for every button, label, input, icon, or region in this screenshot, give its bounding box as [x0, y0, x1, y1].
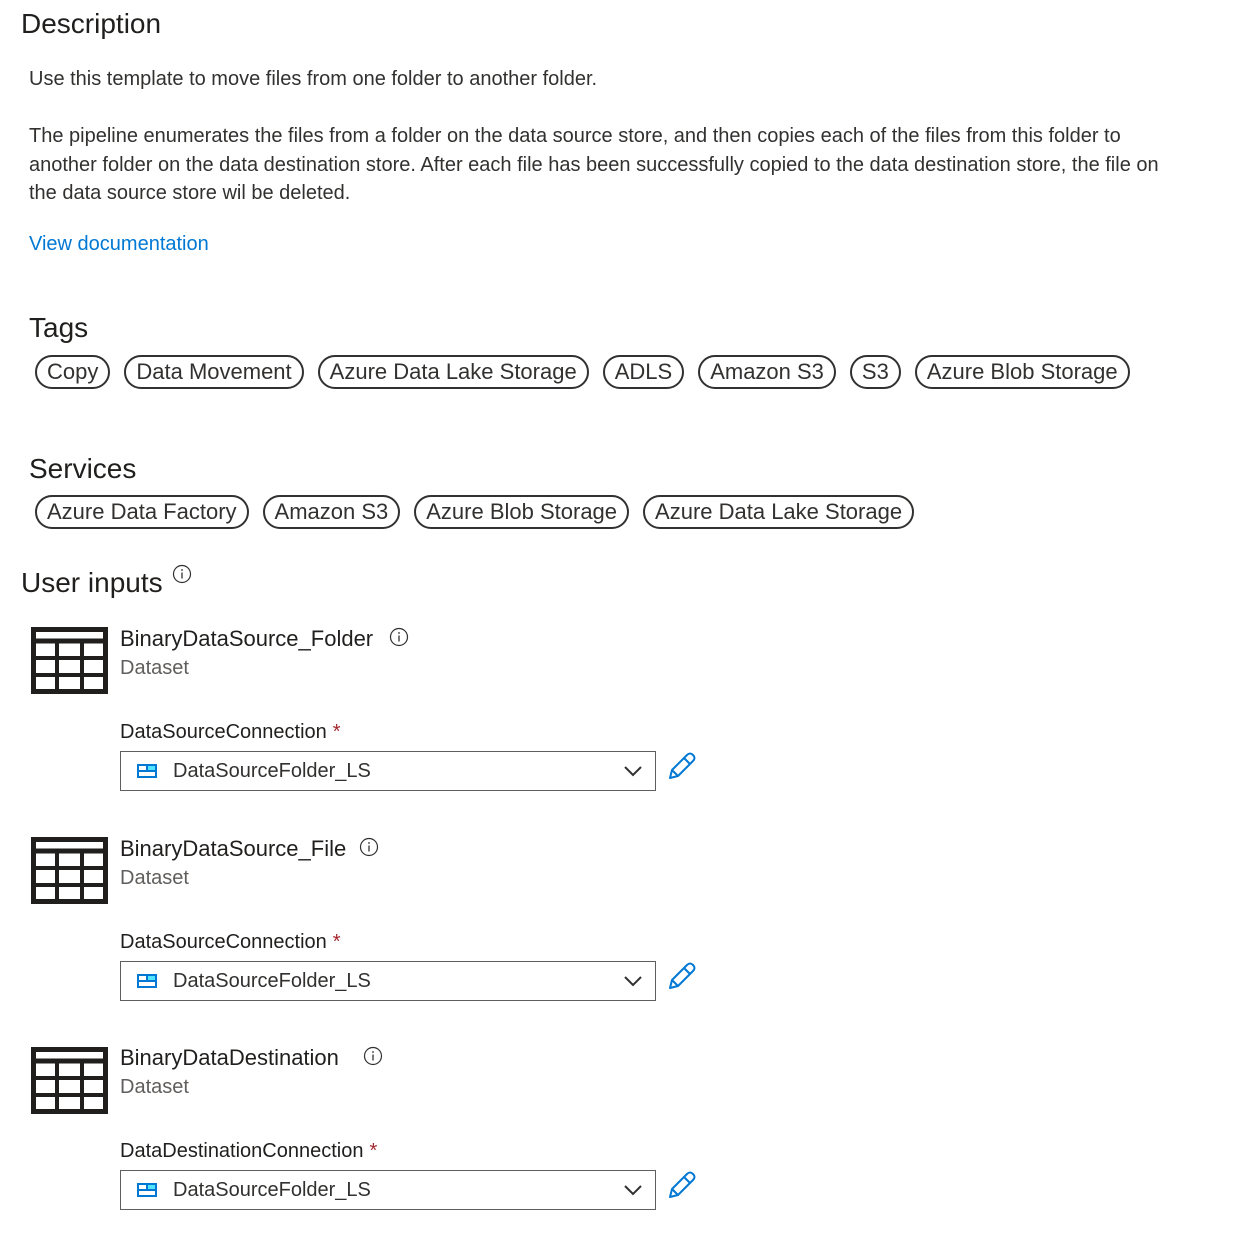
- dataset-type: Dataset: [120, 1076, 189, 1098]
- connection-label-text: DataSourceConnection: [120, 931, 327, 953]
- dropdown-selected-value: DataSourceFolder_LS: [173, 760, 371, 782]
- tag-chip[interactable]: Data Movement: [124, 355, 304, 389]
- user-inputs-heading: User inputs: [21, 567, 163, 598]
- description-details-line: the data source store wil be deleted.: [29, 182, 351, 204]
- edit-pencil-icon[interactable]: [667, 751, 697, 781]
- tag-chip[interactable]: Azure Data Lake Storage: [317, 355, 589, 389]
- chevron-down-icon: [624, 766, 642, 777]
- description-details-line: The pipeline enumerates the files from a…: [29, 125, 1121, 147]
- dataset-table-icon: [31, 837, 108, 904]
- dataset-type: Dataset: [120, 867, 189, 889]
- info-icon[interactable]: [363, 1046, 383, 1066]
- required-asterisk: *: [332, 721, 341, 743]
- edit-pencil-icon[interactable]: [667, 1170, 697, 1200]
- info-icon[interactable]: [172, 564, 192, 584]
- description-details: The pipeline enumerates the files from a…: [29, 122, 1159, 208]
- required-asterisk: *: [369, 1140, 378, 1162]
- tags-heading: Tags: [29, 312, 89, 343]
- service-chip[interactable]: Azure Data Factory: [35, 495, 249, 529]
- services-list: Azure Data Factory Amazon S3 Azure Blob …: [35, 495, 928, 529]
- service-chip[interactable]: Azure Data Lake Storage: [643, 495, 915, 529]
- tag-chip[interactable]: Copy: [35, 355, 111, 389]
- connection-label-text: DataDestinationConnection: [120, 1140, 364, 1162]
- dataset-name: BinaryDataDestination: [120, 1045, 339, 1070]
- edit-pencil-icon[interactable]: [667, 961, 697, 991]
- info-icon[interactable]: [359, 837, 379, 857]
- linked-service-icon: [137, 1183, 157, 1197]
- chevron-down-icon: [624, 1185, 642, 1196]
- service-chip[interactable]: Azure Blob Storage: [414, 495, 630, 529]
- dropdown-selected-value: DataSourceFolder_LS: [173, 1179, 371, 1201]
- chevron-down-icon: [624, 976, 642, 987]
- tag-chip[interactable]: ADLS: [602, 355, 685, 389]
- linked-service-icon: [137, 764, 157, 778]
- tag-chip[interactable]: Azure Blob Storage: [914, 355, 1130, 389]
- connection-dropdown[interactable]: DataSourceFolder_LS: [120, 1170, 656, 1210]
- dropdown-selected-value: DataSourceFolder_LS: [173, 970, 371, 992]
- linked-service-icon: [137, 974, 157, 988]
- dataset-name: BinaryDataSource_File: [120, 836, 347, 861]
- tags-list: Copy Data Movement Azure Data Lake Stora…: [35, 355, 1144, 389]
- connection-dropdown[interactable]: DataSourceFolder_LS: [120, 961, 656, 1001]
- connection-label: DataSourceConnection *: [120, 931, 341, 954]
- tag-chip[interactable]: Amazon S3: [698, 355, 836, 389]
- connection-label: DataDestinationConnection *: [120, 1140, 377, 1163]
- service-chip[interactable]: Amazon S3: [262, 495, 401, 529]
- view-documentation-link[interactable]: View documentation: [29, 233, 209, 256]
- services-heading: Services: [29, 453, 137, 484]
- dataset-table-icon: [31, 1047, 108, 1114]
- dataset-type: Dataset: [120, 657, 189, 679]
- required-asterisk: *: [332, 931, 341, 953]
- dataset-table-icon: [31, 627, 108, 694]
- connection-label-text: DataSourceConnection: [120, 721, 327, 743]
- tag-chip[interactable]: S3: [849, 355, 901, 389]
- description-heading: Description: [21, 8, 162, 39]
- dataset-name: BinaryDataSource_Folder: [120, 626, 374, 651]
- description-details-line: another folder on the data destination s…: [29, 153, 1159, 176]
- connection-dropdown[interactable]: DataSourceFolder_LS: [120, 751, 656, 791]
- info-icon[interactable]: [389, 627, 409, 647]
- description-summary: Use this template to move files from one…: [29, 68, 598, 90]
- connection-label: DataSourceConnection *: [120, 721, 341, 744]
